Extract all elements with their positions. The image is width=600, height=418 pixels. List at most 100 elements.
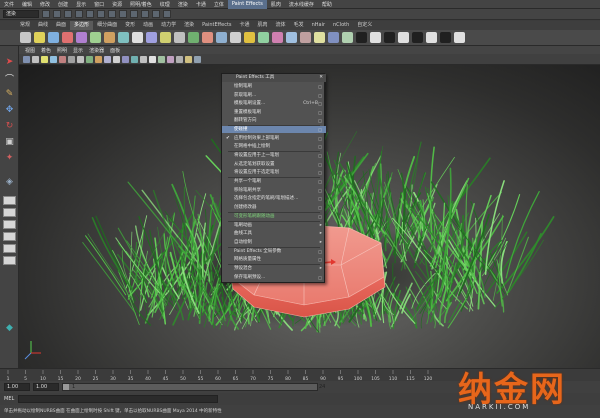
select-tool-icon[interactable]: ➤ (3, 56, 16, 68)
menu-item-12[interactable]: 移除笔刷共享 □ (222, 187, 326, 194)
viewport-toolbar-icon[interactable] (68, 55, 75, 63)
menu-item-7[interactable]: 在网格中插上绘制 □ (222, 143, 326, 150)
viewport-toolbar-icon[interactable] (86, 55, 93, 63)
shelf-tab-10[interactable]: 卡通 (236, 21, 254, 30)
shelf-tab-9[interactable]: PaintEffects (198, 21, 235, 30)
shelf-tool-icon[interactable] (412, 32, 423, 43)
viewport-toolbar-icon[interactable] (176, 55, 183, 63)
shelf-tool-icon[interactable] (90, 32, 101, 43)
select-by-component-icon[interactable] (97, 10, 105, 18)
menu-item-9[interactable]: 从选定笔划获取设置 □ (222, 161, 326, 168)
shelf-tool-icon[interactable] (454, 32, 465, 43)
menu-5[interactable]: 窗口 (90, 1, 108, 8)
render-settings-icon[interactable] (163, 10, 171, 18)
shelf-tab-4[interactable]: 细分曲面 (93, 21, 121, 30)
option-box-icon[interactable]: □ (318, 109, 322, 116)
layout-graph-button[interactable] (3, 244, 16, 253)
mel-label[interactable]: MEL (4, 396, 14, 402)
new-scene-icon[interactable] (42, 10, 50, 18)
shelf-tool-icon[interactable] (202, 32, 213, 43)
playback-start-field[interactable]: 1.00 (33, 383, 59, 391)
paint-select-tool-icon[interactable]: ✎ (3, 88, 16, 100)
start-time-field[interactable]: 1.00 (4, 383, 30, 391)
menu-11[interactable]: 立体 (210, 1, 228, 8)
menu-item-2[interactable]: 模板笔刷设置... Ctrl+B □ (222, 100, 326, 107)
shelf-tab-5[interactable]: 变形 (121, 21, 139, 30)
viewport-toolbar-icon[interactable] (158, 55, 165, 63)
shelf-tool-icon[interactable] (146, 32, 157, 43)
shelf-tool-icon[interactable] (356, 32, 367, 43)
layout-four-pane-button[interactable] (3, 208, 16, 217)
menu-item-5[interactable]: 使碰撞 □ (222, 126, 326, 133)
viewport-menu-0[interactable]: 视图 (22, 47, 38, 54)
shelf-tool-icon[interactable] (34, 32, 45, 43)
menu-10[interactable]: 卡通 (192, 1, 210, 8)
shelf-tool-icon[interactable] (216, 32, 227, 43)
shelf-tab-0[interactable]: 常规 (16, 21, 34, 30)
menu-item-17[interactable]: 曲线工具 ▸ (222, 230, 326, 237)
shelf-tool-icon[interactable] (188, 32, 199, 43)
save-scene-icon[interactable] (64, 10, 72, 18)
range-slider[interactable]: 1 24 (62, 383, 325, 391)
option-box-icon[interactable]: □ (318, 117, 322, 124)
mental-ray-icon[interactable]: ◆ (3, 322, 16, 334)
menu-7[interactable]: 照明/着色 (126, 1, 156, 8)
menu-item-3[interactable]: 重置模板笔刷 □ (222, 109, 326, 116)
shelf-tool-icon[interactable] (230, 32, 241, 43)
viewport-toolbar-icon[interactable] (167, 55, 174, 63)
menu-item-21[interactable]: 预设混合 ▸ (222, 265, 326, 272)
option-box-icon[interactable]: □ (318, 274, 322, 281)
shelf-tool-icon[interactable] (132, 32, 143, 43)
snap-grid-icon[interactable] (108, 10, 116, 18)
viewport-toolbar-icon[interactable] (32, 55, 39, 63)
shelf-tab-8[interactable]: 渲染 (180, 21, 198, 30)
menu-item-19[interactable]: Paint Effects 全局参数 □ (222, 248, 326, 255)
shelf-tool-icon[interactable] (370, 32, 381, 43)
command-input[interactable] (18, 395, 219, 403)
viewport-toolbar-icon[interactable] (194, 55, 201, 63)
option-box-icon[interactable]: □ (318, 152, 322, 159)
manipulator-tool-icon[interactable]: ✦ (3, 152, 16, 164)
menu-tearoff-title[interactable]: Paint Effects 工具 ✕ (222, 74, 326, 82)
shelf-tool-icon[interactable] (440, 32, 451, 43)
select-by-hierarchy-icon[interactable] (75, 10, 83, 18)
option-box-icon[interactable]: □ (318, 204, 322, 211)
viewport-toolbar-icon[interactable] (41, 55, 48, 63)
range-slider-handle[interactable] (63, 384, 69, 390)
select-by-object-icon[interactable] (86, 10, 94, 18)
open-scene-icon[interactable] (53, 10, 61, 18)
shelf-tab-16[interactable]: 自定义 (353, 21, 376, 30)
layout-outliner-button[interactable] (3, 232, 16, 241)
shelf-tool-icon[interactable] (118, 32, 129, 43)
viewport-toolbar-icon[interactable] (140, 55, 147, 63)
shelf-tool-icon[interactable] (286, 32, 297, 43)
shelf-tool-icon[interactable] (20, 32, 31, 43)
viewport-menu-2[interactable]: 照明 (54, 47, 70, 54)
shelf-tool-icon[interactable] (398, 32, 409, 43)
rotate-tool-icon[interactable]: ↻ (3, 120, 16, 132)
option-box-icon[interactable]: □ (318, 248, 322, 255)
render-icon[interactable] (141, 10, 149, 18)
ipr-render-icon[interactable] (152, 10, 160, 18)
option-box-icon[interactable]: □ (318, 126, 322, 133)
shelf-tool-icon[interactable] (314, 32, 325, 43)
shelf-tab-15[interactable]: nCloth (329, 21, 353, 30)
menu-14[interactable]: 流水线缓存 (285, 1, 318, 8)
menu-9[interactable]: 渲染 (174, 1, 192, 8)
snap-curve-icon[interactable] (119, 10, 127, 18)
option-box-icon[interactable]: □ (318, 213, 322, 220)
menu-item-11[interactable]: 共享一个笔刷 □ (222, 178, 326, 185)
shelf-tool-icon[interactable] (244, 32, 255, 43)
shelf-tool-icon[interactable] (160, 32, 171, 43)
snap-point-icon[interactable] (130, 10, 138, 18)
viewport[interactable]: Paint Effects 工具 ✕ 绘制笔刷 □ 获取笔刷... □ 模板笔刷设置..… (19, 65, 600, 368)
menu-item-13[interactable]: 选择包含指定的笔刷/笔划描述... □ (222, 195, 326, 202)
shelf-tool-icon[interactable] (342, 32, 353, 43)
shelf-tab-1[interactable]: 曲线 (34, 21, 52, 30)
menu-item-8[interactable]: 将设置应用于上一笔划 □ (222, 152, 326, 159)
viewport-toolbar-icon[interactable] (95, 55, 102, 63)
option-box-icon[interactable]: □ (318, 143, 322, 150)
menu-set-selector[interactable]: 渲染 (3, 10, 39, 18)
shelf-tab-13[interactable]: 毛发 (290, 21, 308, 30)
option-box-icon[interactable]: □ (318, 100, 322, 107)
